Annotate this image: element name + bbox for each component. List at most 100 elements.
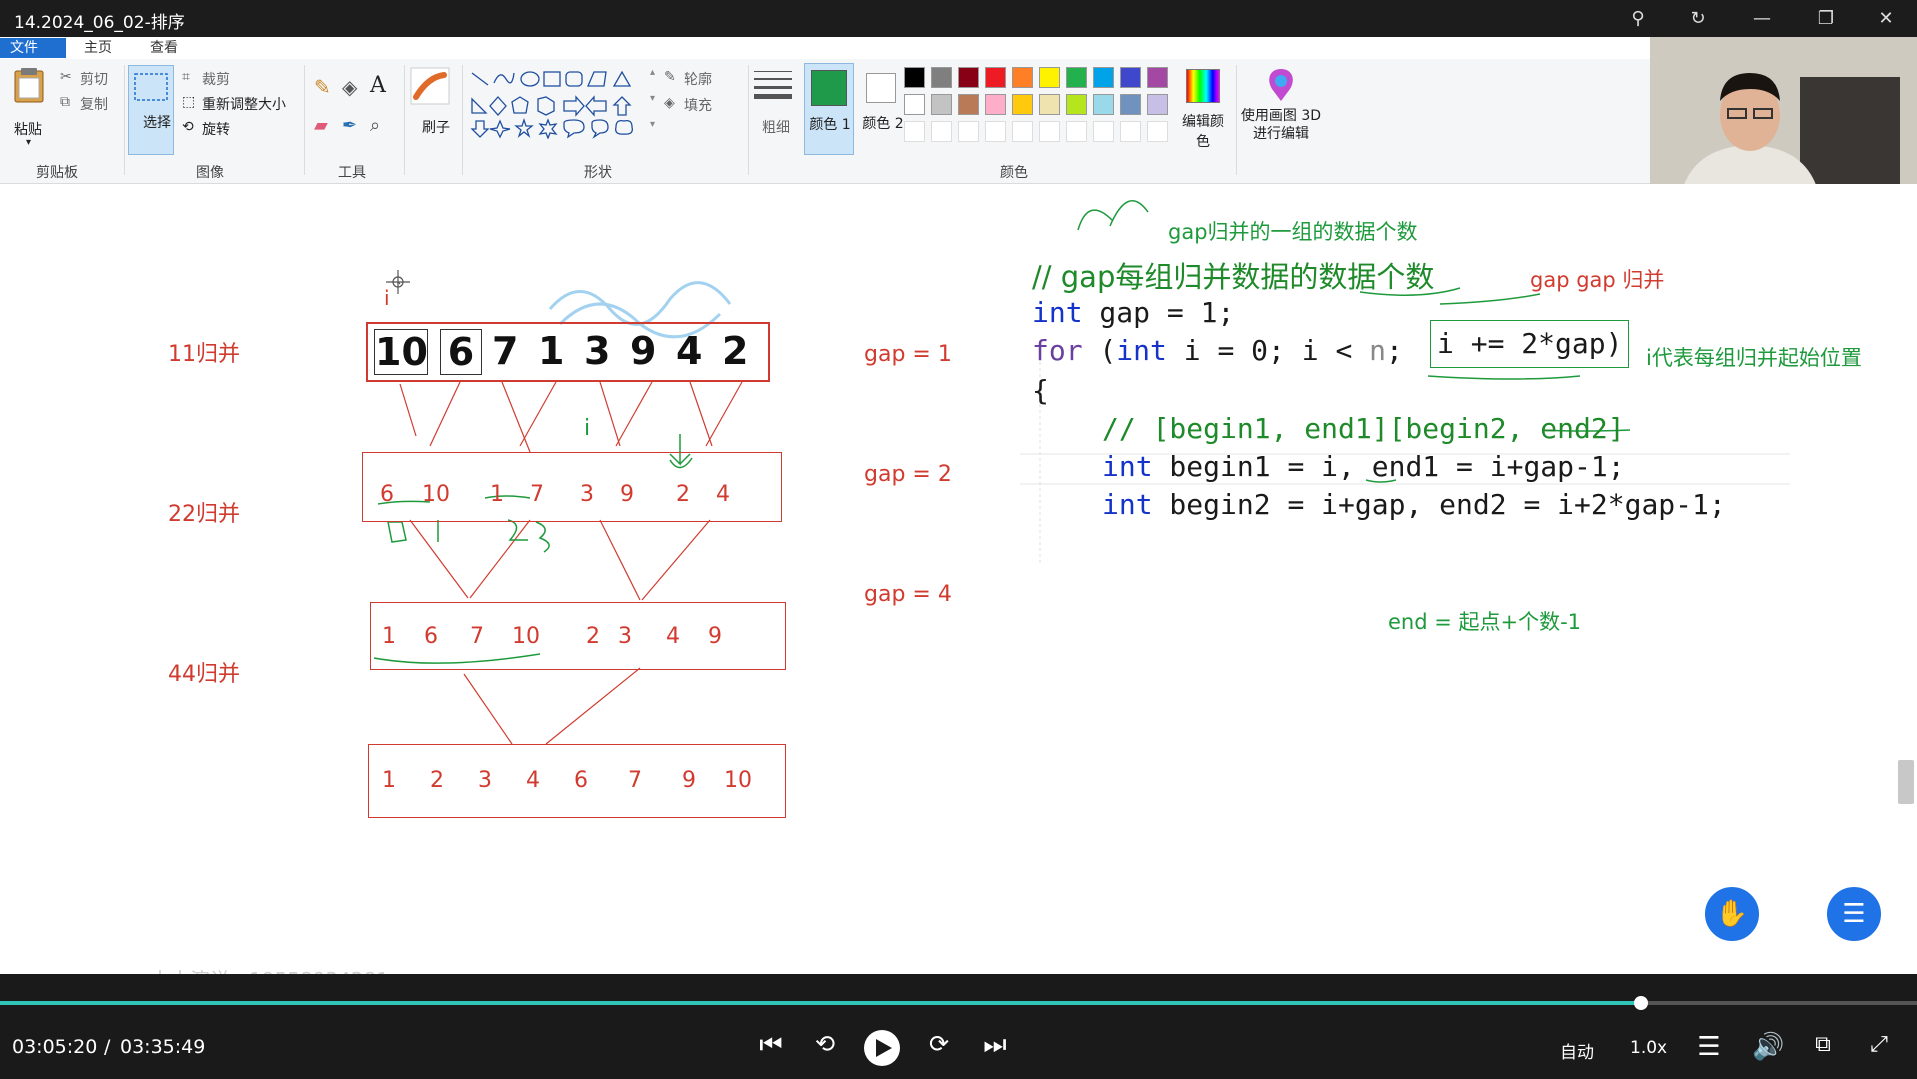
chevron-down-icon[interactable]: ▾ <box>650 93 655 104</box>
brush-icon <box>410 67 450 105</box>
palette-color-swatch[interactable] <box>1039 121 1060 142</box>
size-button[interactable]: 粗细 <box>752 65 794 155</box>
paint3d-button[interactable]: 使用画图 3D 进行编辑 <box>1240 65 1322 155</box>
speed-selector[interactable]: 1.0x <box>1630 1038 1667 1058</box>
picture-in-picture-icon[interactable]: ⧉ <box>1808 1032 1838 1057</box>
hand-icon: ✋ <box>1715 899 1749 929</box>
palette-color-swatch[interactable] <box>904 94 925 115</box>
progress-handle[interactable] <box>1633 996 1648 1010</box>
paint3d-icon <box>1269 69 1293 101</box>
palette-color-swatch[interactable] <box>1120 67 1141 88</box>
chevron-up-icon[interactable]: ▴ <box>650 67 655 78</box>
array-cell: 10 <box>374 329 428 375</box>
shapes-gallery[interactable] <box>468 69 648 139</box>
magnifier-icon[interactable]: ⌕ <box>370 115 380 136</box>
palette-color-swatch[interactable] <box>1066 94 1087 115</box>
palette-color-swatch[interactable] <box>1120 121 1141 142</box>
palette-color-swatch[interactable] <box>1012 67 1033 88</box>
copy-button[interactable]: 复制 <box>80 94 108 114</box>
text-tool-icon[interactable]: A <box>370 73 386 98</box>
palette-color-swatch[interactable] <box>1147 94 1168 115</box>
group-label-clipboard: 剪贴板 <box>36 165 78 181</box>
palette-color-swatch[interactable] <box>904 67 925 88</box>
array-cell: 2 <box>586 624 600 649</box>
raise-hand-button[interactable]: ✋ <box>1702 884 1762 944</box>
palette-color-swatch[interactable] <box>985 121 1006 142</box>
palette-color-swatch[interactable] <box>1093 67 1114 88</box>
crop-button[interactable]: 裁剪 <box>202 69 230 89</box>
copy-icon: ⧉ <box>60 94 70 110</box>
palette-color-swatch[interactable] <box>1147 67 1168 88</box>
cut-button[interactable]: 剪切 <box>80 69 108 89</box>
playlist-icon[interactable]: ☰ <box>1694 1032 1724 1062</box>
array-cell: 10 <box>512 624 540 649</box>
code-text: begin1 = i, end1 = i+gap-1; <box>1152 450 1625 483</box>
palette-color-swatch[interactable] <box>1120 94 1141 115</box>
paste-button[interactable]: 粘贴 ▾ <box>10 67 50 148</box>
brush-button[interactable]: 刷子 <box>408 65 454 155</box>
gap-label-1: gap = 1 <box>864 342 952 367</box>
rewind-5-icon[interactable]: ⟲ <box>810 1030 840 1058</box>
chat-button[interactable]: ☰ <box>1824 884 1884 944</box>
resize-button[interactable]: 重新调整大小 <box>202 94 286 114</box>
fill-button[interactable]: 填充 <box>684 95 712 115</box>
code-line-for: for (int i = 0; i < n; <box>1032 334 1403 367</box>
previous-icon[interactable]: ⏮ <box>756 1030 786 1061</box>
palette-color-swatch[interactable] <box>1093 121 1114 142</box>
palette-color-swatch[interactable] <box>1066 121 1087 142</box>
palette-color-swatch[interactable] <box>931 94 952 115</box>
palette-color-swatch[interactable] <box>904 121 925 142</box>
palette-color-swatch[interactable] <box>958 121 979 142</box>
ribbon-divider <box>1236 65 1237 175</box>
palette-color-swatch[interactable] <box>985 67 1006 88</box>
refresh-icon[interactable]: ↻ <box>1678 4 1718 34</box>
fullscreen-icon[interactable]: ⤢ <box>1864 1032 1894 1057</box>
code-line-begin2: int begin2 = i+gap, end2 = i+2*gap-1; <box>1102 488 1726 521</box>
annotation-gap-merge: gap gap 归并 <box>1530 268 1665 292</box>
palette-color-swatch[interactable] <box>1039 67 1060 88</box>
next-icon[interactable]: ⏭ <box>980 1030 1010 1061</box>
array-cell: 2 <box>722 329 749 373</box>
select-button[interactable]: 选择 <box>128 65 174 155</box>
palette-color-swatch[interactable] <box>1093 94 1114 115</box>
palette-color-swatch[interactable] <box>931 67 952 88</box>
palette-color-swatch[interactable] <box>958 94 979 115</box>
clipboard-icon <box>14 68 44 103</box>
minimize-button[interactable]: — <box>1742 4 1782 34</box>
palette-color-swatch[interactable] <box>1147 121 1168 142</box>
color1-button[interactable]: 颜色 1 <box>804 63 854 155</box>
vertical-scrollbar[interactable] <box>1898 760 1914 804</box>
expand-icon[interactable]: ▾ <box>650 119 655 130</box>
rotate-button[interactable]: 旋转 <box>202 119 230 139</box>
palette-color-swatch[interactable] <box>931 121 952 142</box>
palette-color-swatch[interactable] <box>1012 94 1033 115</box>
close-button[interactable]: ✕ <box>1866 4 1906 34</box>
tab-home[interactable]: 主页 <box>74 38 122 58</box>
color2-button[interactable]: 颜色 2 <box>858 63 908 155</box>
edit-colors-button[interactable]: 编辑颜色 <box>1180 65 1226 155</box>
palette-color-swatch[interactable] <box>958 67 979 88</box>
ribbon-divider <box>304 65 305 175</box>
code-line-comment-gap: // gap每组归并数据的数据个数 <box>1032 260 1435 294</box>
code-highlight-box: i += 2*gap) <box>1430 320 1630 368</box>
pin-icon[interactable]: ⚲ <box>1618 4 1658 34</box>
pencil-icon[interactable]: ✎ <box>314 75 331 99</box>
palette-color-swatch[interactable] <box>1039 94 1060 115</box>
paste-label: 粘贴 <box>14 122 42 138</box>
restore-button[interactable]: ❐ <box>1806 4 1846 34</box>
eraser-icon[interactable]: ▰ <box>314 115 328 136</box>
outline-button[interactable]: 轮廓 <box>684 69 712 89</box>
play-button[interactable] <box>864 1030 900 1066</box>
palette-color-swatch[interactable] <box>1012 121 1033 142</box>
color-picker-icon[interactable]: ✒ <box>342 115 357 136</box>
quality-selector[interactable]: 自动 <box>1560 1038 1594 1063</box>
tab-file[interactable]: 文件 <box>0 38 66 58</box>
palette-color-swatch[interactable] <box>1066 67 1087 88</box>
fill-bucket-icon[interactable]: ◈ <box>342 75 357 99</box>
forward-5-icon[interactable]: ⟳ <box>924 1030 954 1058</box>
drawing-canvas[interactable]: i 11归并 22归并 44归并 gap = 1 gap = 2 gap = 4… <box>0 184 1917 992</box>
volume-icon[interactable]: 🔊 <box>1752 1032 1784 1062</box>
tab-view[interactable]: 查看 <box>140 38 188 58</box>
progress-bar[interactable] <box>0 996 1917 1010</box>
palette-color-swatch[interactable] <box>985 94 1006 115</box>
